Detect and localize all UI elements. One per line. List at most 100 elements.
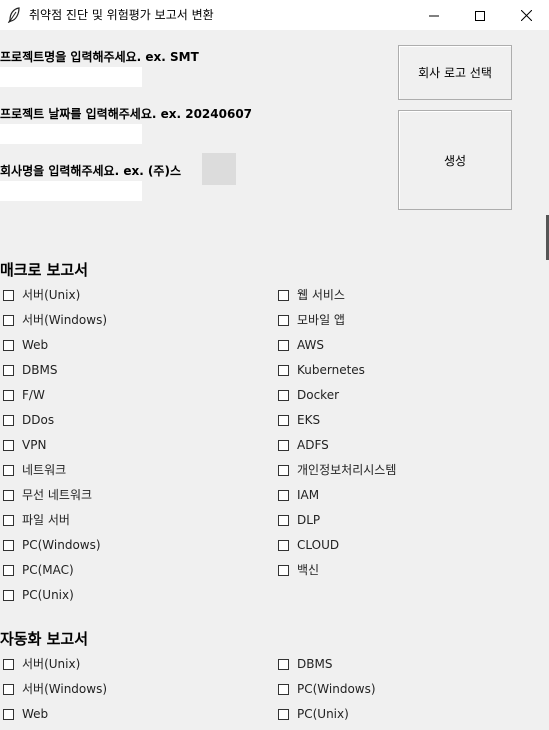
- checkbox[interactable]: [278, 539, 289, 551]
- checkbox-item[interactable]: 네트워크: [3, 462, 66, 478]
- checkbox[interactable]: [3, 314, 14, 326]
- checkbox[interactable]: [3, 289, 14, 301]
- checkbox[interactable]: [278, 439, 289, 451]
- checkbox-label: 웹 서비스: [297, 288, 345, 302]
- checkbox[interactable]: [3, 658, 14, 670]
- checkbox-item[interactable]: PC(Unix): [278, 706, 349, 722]
- checkbox[interactable]: [3, 589, 14, 601]
- select-logo-button[interactable]: 회사 로고 선택: [398, 45, 512, 100]
- checkbox-label: 개인정보처리시스템: [297, 463, 397, 477]
- checkbox-label: DLP: [297, 513, 321, 527]
- checkbox[interactable]: [278, 708, 289, 720]
- checkbox-item[interactable]: 서버(Unix): [3, 287, 80, 303]
- checkbox-label: Web: [22, 338, 49, 352]
- project-date-input[interactable]: [0, 124, 142, 144]
- minimize-button[interactable]: [411, 0, 457, 30]
- checkbox-item[interactable]: 모바일 앱: [278, 312, 345, 328]
- checkbox-label: PC(Unix): [22, 588, 74, 602]
- checkbox[interactable]: [3, 439, 14, 451]
- close-icon: [520, 6, 532, 25]
- checkbox[interactable]: [278, 314, 289, 326]
- checkbox[interactable]: [278, 514, 289, 526]
- checkbox-item[interactable]: DDos: [3, 412, 54, 428]
- project-name-input[interactable]: [0, 67, 142, 87]
- checkbox-item[interactable]: CLOUD: [278, 537, 339, 553]
- checkbox[interactable]: [278, 289, 289, 301]
- checkbox-label: 네트워크: [22, 463, 67, 477]
- checkbox-item[interactable]: 파일 서버: [3, 512, 70, 528]
- checkbox[interactable]: [3, 564, 14, 576]
- checkbox-item[interactable]: PC(Windows): [3, 537, 101, 553]
- checkbox-item[interactable]: Docker: [278, 387, 339, 403]
- checkbox[interactable]: [278, 564, 289, 576]
- checkbox-item[interactable]: 서버(Windows): [3, 312, 107, 328]
- checkbox-label: IAM: [297, 488, 320, 502]
- checkbox-label: EKS: [297, 413, 321, 427]
- checkbox[interactable]: [3, 339, 14, 351]
- checkbox-item[interactable]: ADFS: [278, 437, 329, 453]
- checkbox-label: Kubernetes: [297, 363, 365, 377]
- checkbox-label: CLOUD: [297, 538, 340, 552]
- checkbox-item[interactable]: VPN: [3, 437, 46, 453]
- checkbox-item[interactable]: DBMS: [3, 362, 57, 378]
- checkbox-item[interactable]: 백신: [278, 562, 319, 578]
- checkbox[interactable]: [278, 364, 289, 376]
- checkbox[interactable]: [278, 464, 289, 476]
- checkbox-label: 모바일 앱: [297, 313, 345, 327]
- checkbox-item[interactable]: 서버(Unix): [3, 656, 80, 672]
- checkbox[interactable]: [278, 339, 289, 351]
- checkbox-label: DBMS: [22, 363, 58, 377]
- checkbox-item[interactable]: Kubernetes: [278, 362, 365, 378]
- checkbox-item[interactable]: 웹 서비스: [278, 287, 345, 303]
- company-name-input[interactable]: [0, 181, 142, 201]
- checkbox[interactable]: [3, 414, 14, 426]
- checkbox-item[interactable]: AWS: [278, 337, 324, 353]
- company-input-overlay: [202, 153, 236, 185]
- macro-report-title: 매크로 보고서: [0, 261, 89, 279]
- checkbox-label: PC(MAC): [22, 563, 74, 577]
- checkbox[interactable]: [3, 389, 14, 401]
- checkbox[interactable]: [3, 514, 14, 526]
- checkbox-label: AWS: [297, 338, 325, 352]
- checkbox-item[interactable]: DBMS: [278, 656, 332, 672]
- checkbox-item[interactable]: IAM: [278, 487, 319, 503]
- checkbox-item[interactable]: PC(Windows): [278, 681, 376, 697]
- checkbox-label: DBMS: [297, 657, 333, 671]
- checkbox[interactable]: [278, 389, 289, 401]
- checkbox-label: PC(Windows): [22, 538, 101, 552]
- checkbox[interactable]: [3, 464, 14, 476]
- checkbox-item[interactable]: 개인정보처리시스템: [278, 462, 396, 478]
- checkbox[interactable]: [3, 364, 14, 376]
- checkbox[interactable]: [3, 708, 14, 720]
- checkbox-item[interactable]: PC(Unix): [3, 587, 74, 603]
- checkbox-item[interactable]: F/W: [3, 387, 45, 403]
- checkbox-label: 서버(Windows): [22, 313, 108, 327]
- checkbox[interactable]: [278, 658, 289, 670]
- maximize-button[interactable]: [457, 0, 503, 30]
- checkbox-label: 백신: [297, 563, 320, 577]
- close-button[interactable]: [503, 0, 549, 30]
- checkbox-label: PC(Windows): [297, 682, 376, 696]
- checkbox[interactable]: [3, 683, 14, 695]
- checkbox-label: 서버(Windows): [22, 682, 108, 696]
- generate-button[interactable]: 생성: [398, 110, 512, 210]
- checkbox[interactable]: [278, 414, 289, 426]
- checkbox-label: 서버(Unix): [22, 288, 81, 302]
- checkbox-item[interactable]: Web: [3, 337, 48, 353]
- checkbox-item[interactable]: PC(MAC): [3, 562, 74, 578]
- checkbox-item[interactable]: 무선 네트워크: [3, 487, 92, 503]
- checkbox[interactable]: [278, 683, 289, 695]
- checkbox-label: DDos: [22, 413, 55, 427]
- project-name-label: 프로젝트명을 입력해주세요. ex. SMT: [0, 50, 199, 64]
- checkbox-label: ADFS: [297, 438, 329, 452]
- window-title: 취약점 진단 및 위험평가 보고서 변환: [29, 8, 214, 22]
- checkbox[interactable]: [278, 489, 289, 501]
- checkbox[interactable]: [3, 539, 14, 551]
- project-date-label: 프로젝트 날짜를 입력해주세요. ex. 20240607: [0, 107, 253, 121]
- checkbox-item[interactable]: 서버(Windows): [3, 681, 107, 697]
- checkbox-item[interactable]: Web: [3, 706, 48, 722]
- checkbox[interactable]: [3, 489, 14, 501]
- checkbox-item[interactable]: DLP: [278, 512, 320, 528]
- checkbox-label: 서버(Unix): [22, 657, 81, 671]
- checkbox-item[interactable]: EKS: [278, 412, 320, 428]
